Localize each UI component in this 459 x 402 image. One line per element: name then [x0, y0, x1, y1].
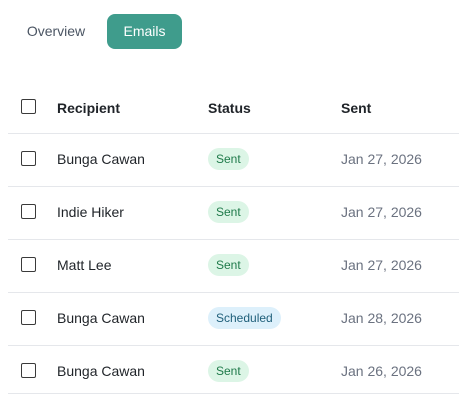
- status-badge: Sent: [208, 201, 249, 223]
- table-row[interactable]: Bunga Cawan Sent Jan 27, 2026: [8, 133, 459, 186]
- sent-date: Jan 27, 2026: [341, 151, 422, 167]
- recipient-name: Matt Lee: [57, 257, 112, 273]
- table-row[interactable]: Matt Lee Sent Jan 27, 2026: [8, 239, 459, 292]
- row-checkbox[interactable]: [21, 204, 36, 219]
- sent-date: Jan 27, 2026: [341, 257, 422, 273]
- emails-table: Recipient Status Sent Bunga Cawan Sent J…: [8, 80, 459, 398]
- table-header-row: Recipient Status Sent: [8, 80, 459, 133]
- row-checkbox[interactable]: [21, 257, 36, 272]
- sent-date: Jan 28, 2026: [341, 310, 422, 326]
- sent-date: Jan 26, 2026: [341, 363, 422, 379]
- status-badge: Scheduled: [208, 307, 281, 329]
- column-header-recipient: Recipient: [57, 100, 121, 116]
- table-row[interactable]: Indie Hiker Sent Jan 27, 2026: [8, 186, 459, 239]
- row-checkbox[interactable]: [21, 151, 36, 166]
- column-header-sent: Sent: [341, 100, 372, 116]
- tab-overview[interactable]: Overview: [14, 14, 98, 49]
- recipient-name: Bunga Cawan: [57, 363, 145, 379]
- row-checkbox[interactable]: [21, 363, 36, 378]
- table-bottom-divider: [8, 393, 459, 394]
- column-header-status: Status: [208, 100, 251, 116]
- table-row[interactable]: Bunga Cawan Sent Jan 26, 2026: [8, 345, 459, 398]
- tab-bar: Overview Emails: [0, 0, 459, 64]
- tab-emails[interactable]: Emails: [107, 14, 182, 49]
- row-checkbox[interactable]: [21, 310, 36, 325]
- sent-date: Jan 27, 2026: [341, 204, 422, 220]
- recipient-name: Bunga Cawan: [57, 151, 145, 167]
- recipient-name: Bunga Cawan: [57, 310, 145, 326]
- status-badge: Sent: [208, 254, 249, 276]
- status-badge: Sent: [208, 360, 249, 382]
- select-all-checkbox[interactable]: [21, 99, 36, 114]
- recipient-name: Indie Hiker: [57, 204, 124, 220]
- table-row[interactable]: Bunga Cawan Scheduled Jan 28, 2026: [8, 292, 459, 345]
- status-badge: Sent: [208, 148, 249, 170]
